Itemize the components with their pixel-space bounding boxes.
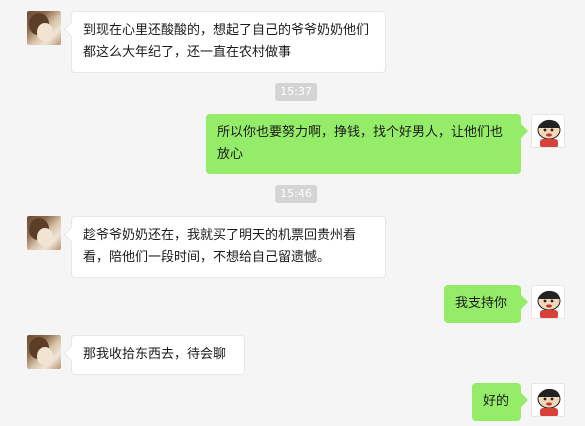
- incoming-message-bubble[interactable]: 到现在心里还酸酸的，想起了自己的爷爷奶奶他们都这么大年纪了，还一直在农村做事: [71, 11, 386, 73]
- timestamp: 15:46: [275, 185, 317, 203]
- cartoon-kid-icon: [537, 119, 561, 147]
- cartoon-kid-icon: [537, 388, 561, 416]
- self-avatar-icon[interactable]: [531, 285, 565, 319]
- contact-avatar-icon[interactable]: [27, 216, 61, 250]
- contact-avatar-icon[interactable]: [27, 11, 61, 45]
- chat-history: 到现在心里还酸酸的，想起了自己的爷爷奶奶他们都这么大年纪了，还一直在农村做事 1…: [0, 0, 585, 426]
- incoming-message-bubble[interactable]: 那我收拾东西去，待会聊: [71, 335, 245, 375]
- cartoon-kid-icon: [537, 290, 561, 318]
- incoming-message-bubble[interactable]: 趁爷爷奶奶还在，我就买了明天的机票回贵州看看，陪他们一段时间，不想给自己留遗憾。: [71, 216, 386, 278]
- outgoing-message-bubble[interactable]: 好的: [472, 383, 521, 421]
- timestamp: 15:37: [275, 83, 317, 101]
- outgoing-message-bubble[interactable]: 我支持你: [444, 285, 521, 323]
- self-avatar-icon[interactable]: [531, 383, 565, 417]
- self-avatar-icon[interactable]: [531, 114, 565, 148]
- contact-avatar-icon[interactable]: [27, 335, 61, 369]
- outgoing-message-bubble[interactable]: 所以你也要努力啊，挣钱，找个好男人，让他们也放心: [206, 114, 521, 174]
